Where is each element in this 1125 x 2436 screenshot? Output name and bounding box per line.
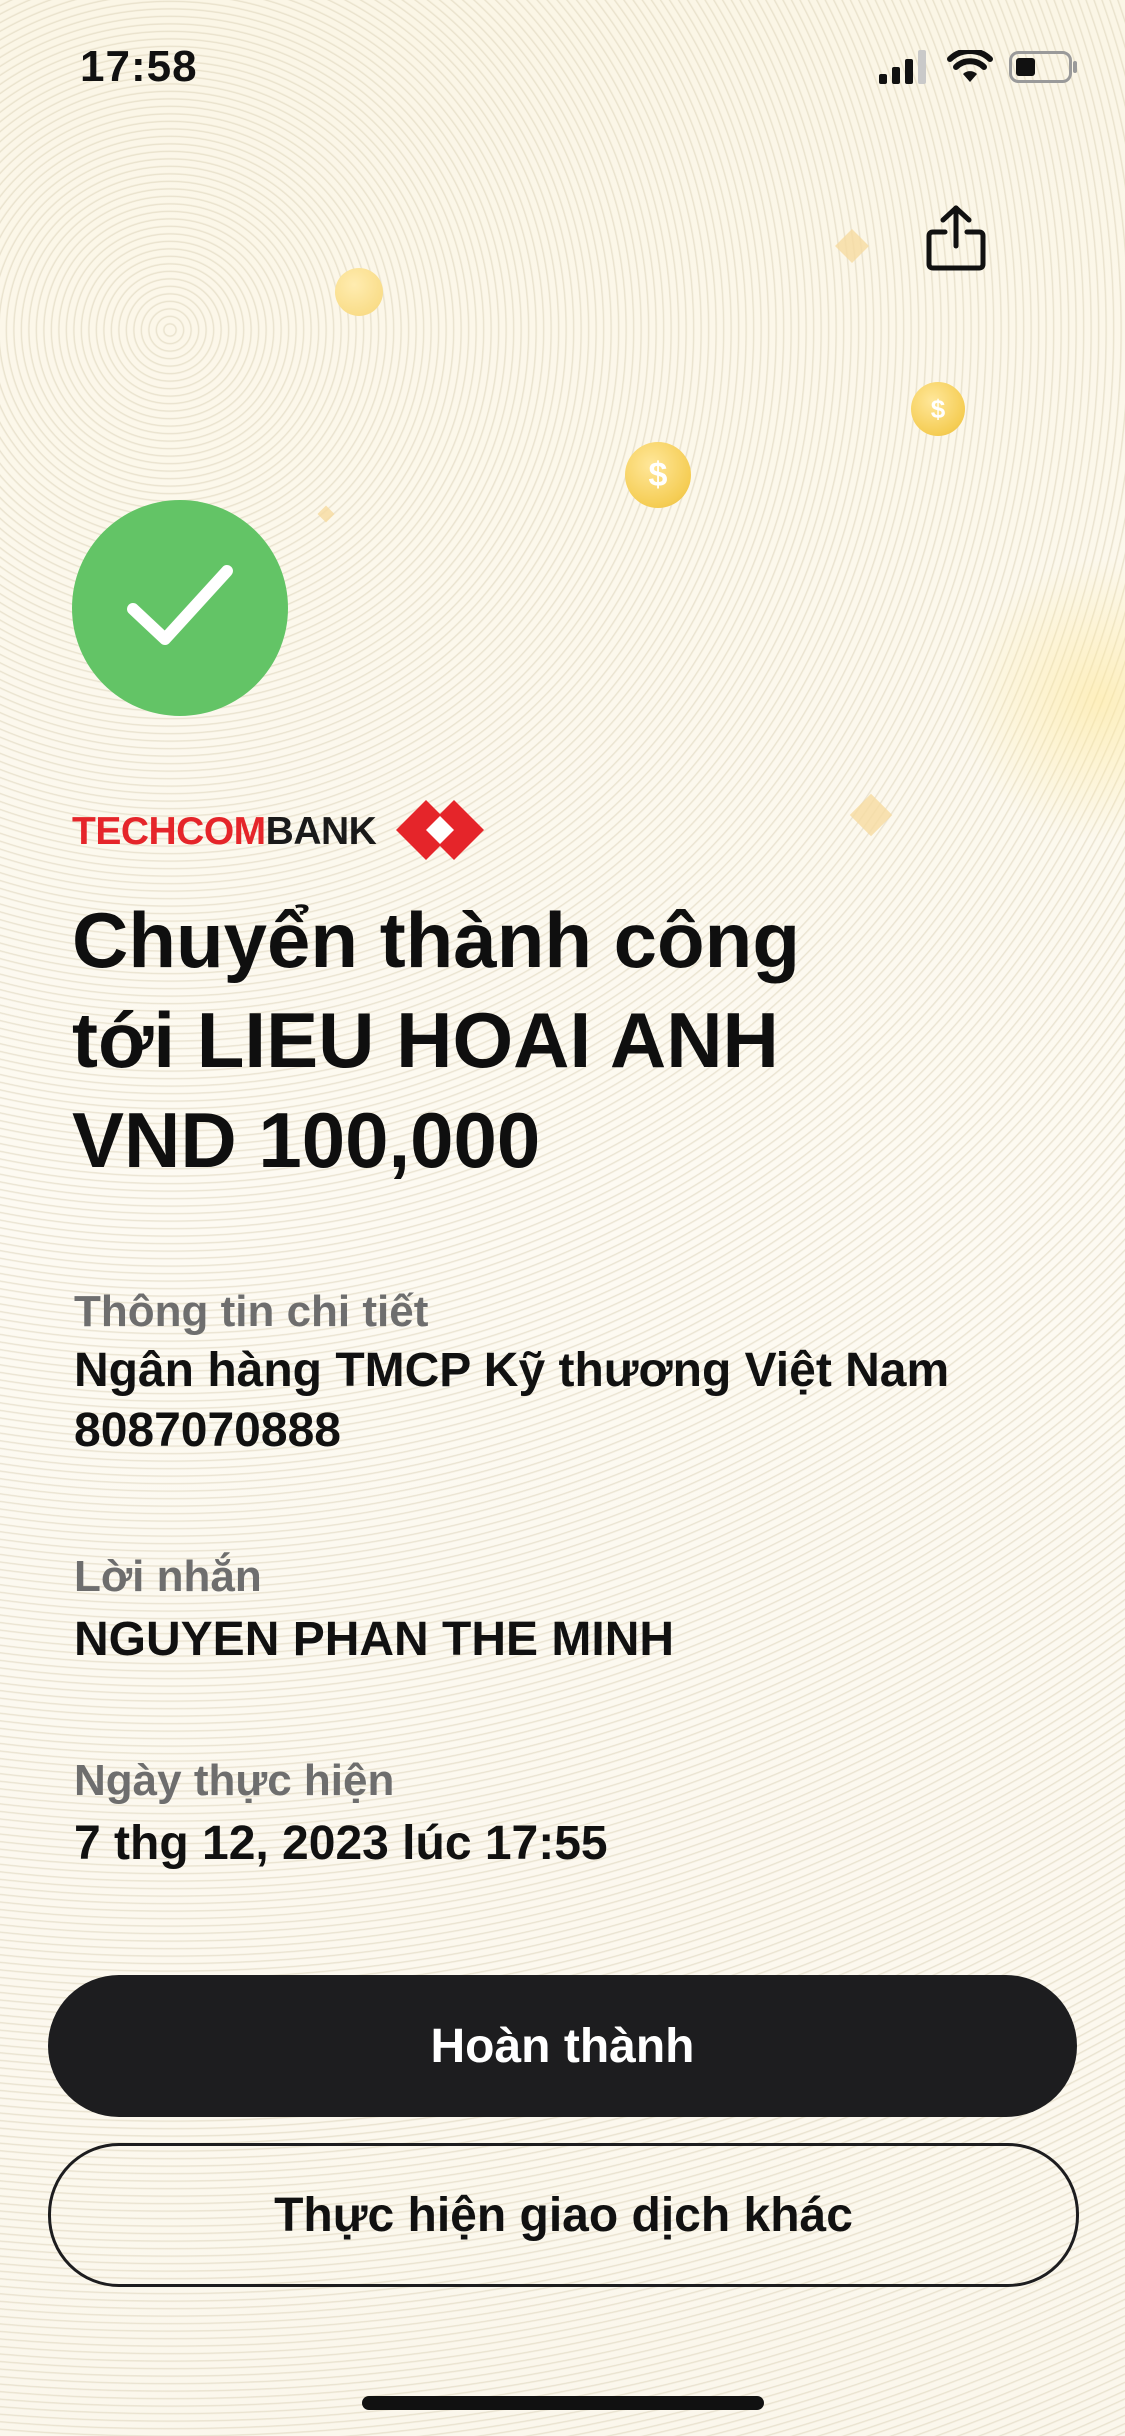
checkmark-icon (125, 561, 235, 656)
sparkle-decoration (849, 793, 893, 837)
sparkle-decoration (317, 505, 335, 523)
home-indicator[interactable] (362, 2396, 764, 2410)
transfer-result-title: Chuyển thành công tới LIEU HOAI ANH VND … (72, 890, 1072, 1190)
details-label: Thông tin chi tiết (74, 1287, 429, 1336)
wifi-icon (947, 48, 993, 89)
status-bar: 17:58 (0, 0, 1125, 130)
battery-icon (1009, 50, 1079, 89)
coin-dollar-icon: $ (911, 382, 965, 436)
headline-recipient: tới LIEU HOAI ANH (72, 996, 779, 1084)
sparkle-decoration (835, 229, 869, 263)
message-value: NGUYEN PHAN THE MINH (74, 1613, 675, 1666)
status-time: 17:58 (80, 42, 198, 91)
new-transaction-button[interactable]: Thực hiện giao dịch khác (48, 2143, 1079, 2287)
message-section: Lời nhắn NGUYEN PHAN THE MINH (74, 1548, 1074, 1670)
share-icon (925, 204, 987, 277)
success-badge (72, 500, 288, 716)
recipient-bank: Ngân hàng TMCP Kỹ thương Việt Nam (74, 1344, 950, 1397)
bank-brand: TECHCOMBANK (72, 798, 486, 867)
bank-name: TECHCOMBANK (72, 810, 377, 853)
headline-amount: VND 100,000 (72, 1096, 541, 1184)
techcombank-logo-icon (394, 798, 486, 867)
recipient-account: 8087070888 (74, 1404, 341, 1457)
cellular-signal-icon (879, 50, 931, 89)
date-section: Ngày thực hiện 7 thg 12, 2023 lúc 17:55 (74, 1752, 1074, 1874)
details-section: Thông tin chi tiết Ngân hàng TMCP Kỹ thư… (74, 1283, 1074, 1461)
message-label: Lời nhắn (74, 1552, 262, 1601)
headline-status: Chuyển thành công (72, 896, 800, 984)
status-icons (879, 48, 1079, 89)
done-button[interactable]: Hoàn thành (48, 1975, 1077, 2117)
date-value: 7 thg 12, 2023 lúc 17:55 (74, 1817, 608, 1870)
coin-dollar-icon: $ (625, 442, 691, 508)
date-label: Ngày thực hiện (74, 1756, 395, 1805)
share-button[interactable] (918, 202, 994, 278)
coin-decoration (335, 268, 383, 316)
